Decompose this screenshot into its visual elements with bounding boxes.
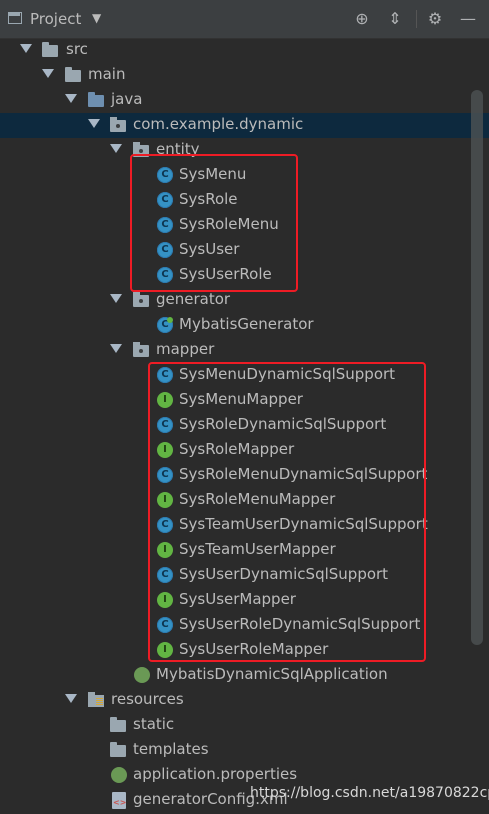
entity-highlight-box (130, 154, 298, 292)
project-window-icon (8, 12, 22, 24)
folder-icon (65, 67, 81, 82)
folder-icon (110, 717, 126, 732)
minimize-icon[interactable]: — (458, 9, 478, 29)
mapper-highlight-box (148, 362, 426, 662)
spring-properties-icon (111, 767, 127, 783)
tree-node-java[interactable]: java (0, 88, 489, 113)
package-icon (110, 117, 126, 132)
expand-arrow-icon[interactable] (110, 294, 122, 303)
expand-arrow-icon[interactable] (88, 119, 100, 128)
tree-node-label: src (66, 40, 88, 58)
tree-node-label: java (111, 90, 143, 108)
expand-arrow-icon[interactable] (20, 44, 32, 53)
tree-node-resources[interactable]: resources (0, 688, 489, 713)
vertical-scrollbar[interactable] (471, 90, 483, 645)
package-icon (133, 342, 149, 357)
tree-node-static[interactable]: static (0, 713, 489, 738)
package-icon (133, 292, 149, 307)
tree-node-src[interactable]: src (0, 38, 489, 63)
tree-node-label: mapper (156, 340, 215, 358)
gear-icon[interactable]: ⚙ (425, 9, 445, 29)
project-toolbar: Project ▼ ⊕ ⇕ ⚙ — (0, 0, 489, 39)
expand-arrow-icon[interactable] (65, 94, 77, 103)
watermark: https://blog.csdn.net/a19870822cp (250, 785, 489, 801)
tree-node-label: resources (111, 690, 184, 708)
tree-node-label: main (88, 65, 126, 83)
tree-node-class[interactable]: C MybatisGenerator (0, 313, 489, 338)
tree-node-package[interactable]: com.example.dynamic (0, 113, 489, 138)
expand-arrow-icon[interactable] (110, 344, 122, 353)
folder-icon (110, 742, 126, 757)
source-folder-icon (88, 92, 104, 107)
caret-down-icon[interactable]: ▼ (92, 11, 101, 25)
tree-node-label: application.properties (133, 765, 298, 783)
spring-boot-app-icon (134, 667, 150, 683)
tree-node-label: templates (133, 740, 209, 758)
tree-node-main[interactable]: main (0, 63, 489, 88)
tree-node-label: generator (156, 290, 231, 308)
resources-folder-icon (88, 692, 104, 707)
tree-node-label: MybatisDynamicSqlApplication (156, 665, 388, 683)
xml-file-icon (112, 792, 126, 809)
expand-arrow-icon[interactable] (65, 694, 77, 703)
toolbar-divider (416, 10, 417, 28)
collapse-all-icon[interactable]: ⇕ (385, 9, 405, 29)
locate-icon[interactable]: ⊕ (352, 9, 372, 29)
expand-arrow-icon[interactable] (42, 69, 54, 78)
run-overlay-icon (167, 317, 173, 323)
tree-node-label: MybatisGenerator (179, 315, 314, 333)
tree-node-templates[interactable]: templates (0, 738, 489, 763)
project-view-title[interactable]: Project (30, 10, 81, 28)
folder-icon (42, 42, 58, 57)
tree-node-label: com.example.dynamic (133, 115, 304, 133)
expand-arrow-icon[interactable] (110, 144, 122, 153)
tree-node-mapper[interactable]: mapper (0, 338, 489, 363)
tree-node-application[interactable]: MybatisDynamicSqlApplication (0, 663, 489, 688)
tree-node-label: static (133, 715, 175, 733)
